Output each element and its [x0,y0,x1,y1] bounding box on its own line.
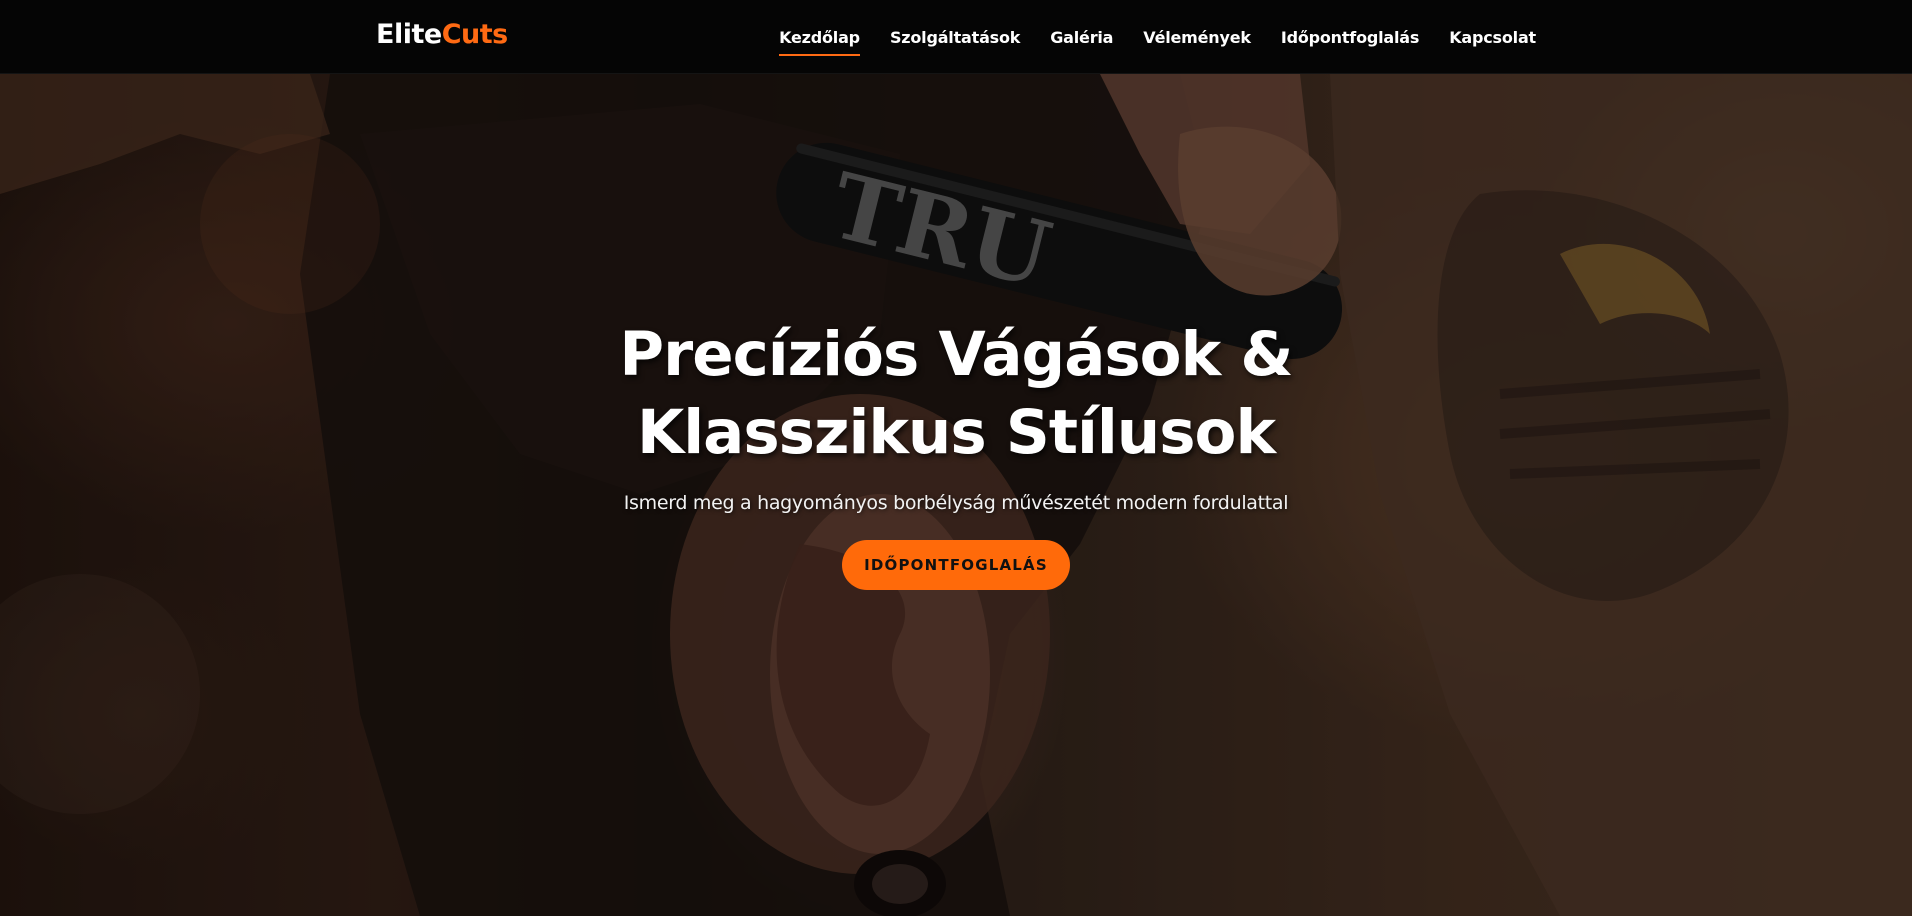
hero-headline-line2: Klasszikus Stílusok [636,397,1276,468]
main-nav: Kezdőlap Szolgáltatások Galéria Vélemény… [779,0,1536,74]
nav-link-home[interactable]: Kezdőlap [779,22,860,56]
nav-link-booking[interactable]: Időpontfoglalás [1281,22,1420,53]
nav-item-reviews: Vélemények [1143,22,1251,53]
page: TRU EliteCuts Kezdőlap Szolgáltatások Ga… [0,0,1912,916]
hero-subtitle: Ismerd meg a hagyományos borbélyság művé… [623,492,1289,514]
navbar: EliteCuts Kezdőlap Szolgáltatások Galéri… [0,0,1912,74]
nav-item-contact: Kapcsolat [1449,22,1536,53]
logo-text-elite: Elite [376,19,442,50]
nav-item-services: Szolgáltatások [890,22,1020,53]
logo-text-cuts: Cuts [441,19,509,50]
booking-cta-button[interactable]: IDŐPONTFOGLALÁS [842,540,1070,590]
hero-headline-line1: Precíziós Vágások & [619,319,1293,390]
nav-link-gallery[interactable]: Galéria [1050,22,1113,53]
nav-item-home: Kezdőlap [779,22,860,56]
hero-headline: Precíziós Vágások & Klasszikus Stílusok [576,316,1336,472]
nav-item-booking: Időpontfoglalás [1281,22,1420,53]
hero-content: Precíziós Vágások & Klasszikus Stílusok … [0,74,1912,916]
nav-link-reviews[interactable]: Vélemények [1143,22,1251,53]
nav-link-services[interactable]: Szolgáltatások [890,22,1020,53]
nav-item-gallery: Galéria [1050,22,1113,53]
logo[interactable]: EliteCuts [376,19,508,50]
nav-link-contact[interactable]: Kapcsolat [1449,22,1536,53]
